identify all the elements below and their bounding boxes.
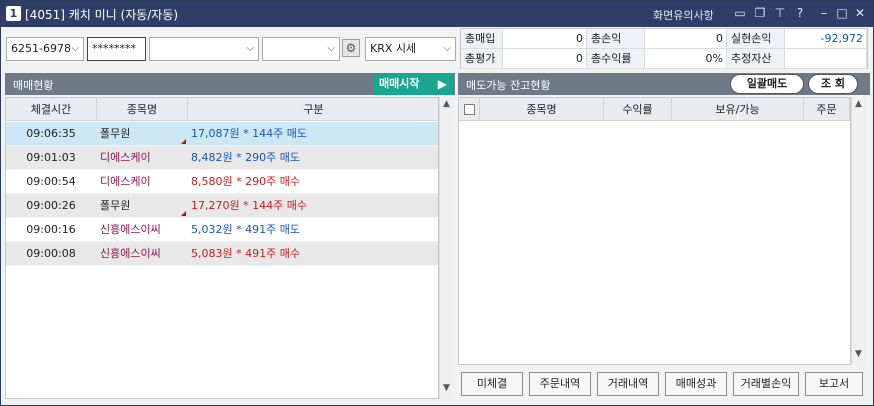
toolbar: 6251-6978 ⌵ ******** ⌵ ⌵ ⚙ KRX 시세 ⌵ — [1, 27, 457, 71]
stock-name: 디에스케이 — [100, 175, 151, 188]
title-bar: 1 [4051] 캐치 미니 (자동/자동) 화면유의사항 ▭ ❐ ⊤ ? – … — [1, 1, 873, 27]
stock-name: 폴무원 — [100, 199, 131, 212]
start-trading-button[interactable]: 매매시작 ▶ — [373, 73, 453, 95]
column-header-holding[interactable]: 보유/가능 — [672, 98, 804, 121]
trade-time: 09:01:03 — [26, 151, 76, 164]
app-window: 1 [4051] 캐치 미니 (자동/자동) 화면유의사항 ▭ ❐ ⊤ ? – … — [0, 0, 874, 406]
stock-name: 디에스케이 — [100, 151, 151, 164]
screen-notice-link[interactable]: 화면유의사항 — [653, 7, 714, 23]
trade-time: 09:00:08 — [26, 247, 76, 260]
start-trading-label: 매매시작 — [379, 77, 420, 90]
close-icon[interactable]: ✕ — [853, 6, 867, 20]
select-all-header — [459, 98, 480, 121]
condition-select[interactable]: ⌵ — [262, 37, 340, 61]
report-button[interactable]: 보고서 — [805, 372, 863, 396]
window-title: [4051] 캐치 미니 (자동/자동) — [25, 8, 179, 22]
sellable-balance-title: 매도가능 잔고현황 — [466, 79, 551, 92]
trade-performance-button[interactable]: 매매성과 — [665, 372, 727, 396]
column-header-order[interactable]: 주문 — [804, 98, 850, 121]
pin-icon[interactable]: ⊤ — [773, 6, 787, 20]
table-row[interactable]: 09:06:35 폴무원 17,087원 * 144주 매도 — [6, 122, 438, 146]
chevron-down-icon: ⌵ — [327, 43, 335, 54]
total-return-value: 0% — [645, 49, 727, 69]
table-row[interactable]: 09:01:03 디에스케이 8,482원 * 290주 매도 — [6, 146, 438, 170]
trade-history-button[interactable]: 거래내역 — [597, 372, 659, 396]
trade-detail: 5,083원 * 491주 매수 — [191, 247, 300, 260]
play-icon: ▶ — [437, 77, 447, 91]
summary-table: 총매입 0 총손익 0 실현손익 -92,972 총평가 0 총수익률 0% 추… — [460, 28, 868, 69]
total-buy-label: 총매입 — [461, 29, 503, 49]
price-source-value: KRX 시세 — [370, 42, 417, 55]
table-row[interactable]: 09:00:54 디에스케이 8,580원 * 290주 매수 — [6, 170, 438, 194]
balance-table-scrollbar[interactable]: ▲ ▼ — [851, 97, 866, 365]
total-eval-value: 0 — [503, 49, 587, 69]
realized-pl-value: -92,972 — [785, 29, 867, 49]
select-all-checkbox[interactable] — [464, 104, 475, 115]
pl-by-trade-button[interactable]: 거래별손익 — [733, 372, 799, 396]
trade-table: 체결시간 종목명 구분 09:06:35 폴무원 17,087원 * 144주 매도… — [5, 97, 439, 399]
realized-pl-label: 실현손익 — [727, 29, 785, 49]
chevron-down-icon: ⌵ — [71, 43, 79, 54]
price-source-select[interactable]: KRX 시세 ⌵ — [365, 37, 456, 61]
trade-detail: 17,270원 * 144주 매수 — [191, 199, 307, 212]
chevron-down-icon: ⌵ — [443, 43, 451, 54]
trade-detail: 8,482원 * 290주 매도 — [191, 151, 300, 164]
column-header-stock[interactable]: 종목명 — [480, 98, 604, 121]
stock-name: 신흥에스이씨 — [100, 223, 161, 236]
trade-time: 09:00:54 — [26, 175, 76, 188]
total-eval-label: 총평가 — [461, 49, 503, 69]
table-row[interactable]: 09:00:16 신흥에스이씨 5,032원 * 491주 매도 — [6, 218, 438, 242]
trade-status-title: 매매현황 — [13, 79, 54, 92]
help-icon[interactable]: ? — [793, 6, 807, 20]
screen-number-badge: 1 — [6, 6, 21, 21]
table-row[interactable]: 09:00:08 신흥에스이씨 5,083원 * 491주 매수 — [6, 242, 438, 266]
flag-marker-icon — [181, 211, 186, 216]
total-pl-value: 0 — [645, 29, 727, 49]
total-return-label: 총수익률 — [587, 49, 645, 69]
gear-icon[interactable]: ⚙ — [342, 39, 360, 57]
chevron-down-icon: ⌵ — [246, 43, 254, 54]
trade-time: 09:00:16 — [26, 223, 76, 236]
scroll-down-icon[interactable]: ▼ — [855, 349, 862, 359]
password-field[interactable]: ******** — [87, 37, 146, 61]
account-select[interactable]: 6251-6978 ⌵ — [6, 37, 84, 61]
trade-detail: 8,580원 * 290주 매수 — [191, 175, 300, 188]
strategy-select[interactable]: ⌵ — [149, 37, 259, 61]
bottom-button-bar: 미체결 주문내역 거래내역 매매성과 거래별손익 보고서 — [458, 367, 870, 399]
account-value: 6251-6978 — [11, 42, 71, 55]
stock-name: 신흥에스이씨 — [100, 247, 161, 260]
stock-name: 폴무원 — [100, 127, 131, 140]
order-history-button[interactable]: 주문내역 — [529, 372, 591, 396]
column-header-type[interactable]: 구분 — [188, 98, 438, 121]
column-header-return[interactable]: 수익률 — [604, 98, 672, 121]
column-header-name[interactable]: 종목명 — [97, 98, 188, 121]
maximize-icon[interactable]: □ — [835, 6, 849, 20]
trade-time: 09:00:26 — [26, 199, 76, 212]
trade-detail: 17,087원 * 144주 매도 — [191, 127, 307, 140]
total-buy-value: 0 — [503, 29, 587, 49]
unfilled-orders-button[interactable]: 미체결 — [461, 372, 523, 396]
total-pl-label: 총손익 — [587, 29, 645, 49]
scroll-down-icon[interactable]: ▼ — [443, 383, 450, 393]
scroll-up-icon[interactable]: ▲ — [855, 99, 862, 109]
password-value: ******** — [92, 42, 136, 55]
column-header-time[interactable]: 체결시간 — [6, 98, 97, 121]
table-row[interactable]: 09:00:26 폴무원 17,270원 * 144주 매수 — [6, 194, 438, 218]
balance-table: 종목명 수익률 보유/가능 주문 — [458, 97, 851, 365]
minimize-icon[interactable]: – — [817, 6, 831, 20]
trade-time: 09:06:35 — [26, 127, 76, 140]
bulk-sell-button[interactable]: 일괄매도 — [730, 74, 804, 94]
window-icon[interactable]: ▭ — [733, 6, 747, 20]
trade-table-scrollbar[interactable]: ▲ ▼ — [439, 97, 454, 399]
est-asset-value — [785, 49, 867, 69]
query-button[interactable]: 조 회 — [808, 74, 858, 94]
restore-icon[interactable]: ❐ — [753, 6, 767, 20]
trade-detail: 5,032원 * 491주 매도 — [191, 223, 300, 236]
est-asset-label: 추정자산 — [727, 49, 785, 69]
flag-marker-icon — [181, 139, 186, 144]
scroll-up-icon[interactable]: ▲ — [443, 99, 450, 109]
